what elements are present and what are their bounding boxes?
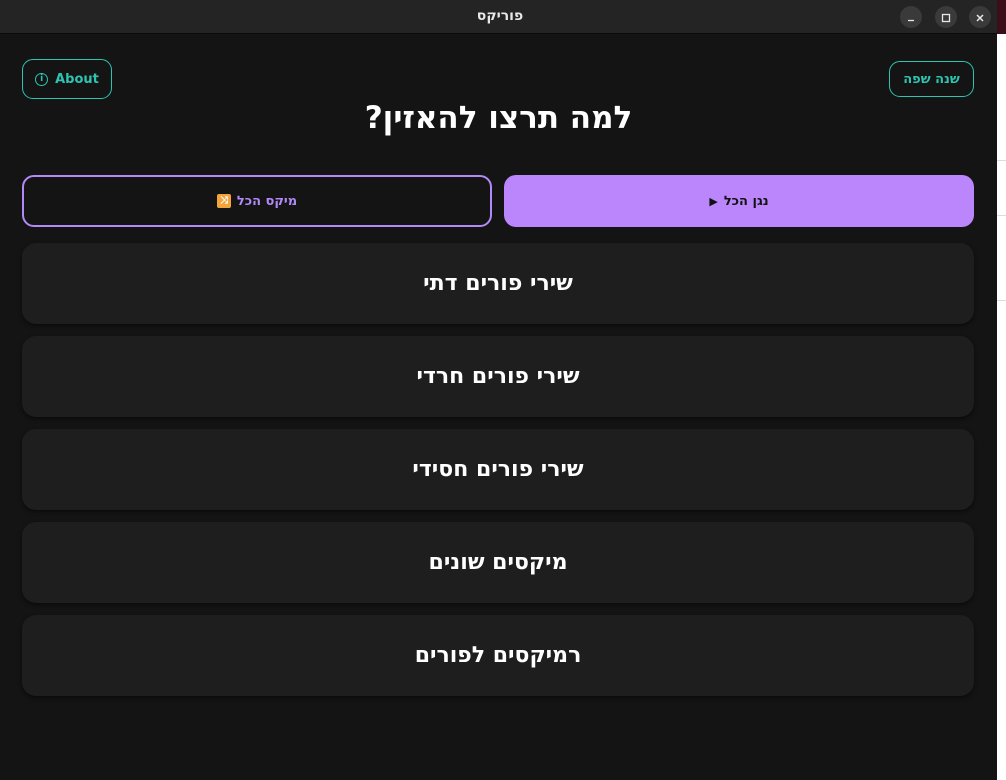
- about-button[interactable]: i About: [22, 59, 112, 99]
- minimize-button[interactable]: [900, 6, 922, 28]
- category-button-hasidi[interactable]: שירי פורים חסידי: [22, 429, 974, 510]
- change-language-label: שנה שפה: [903, 71, 960, 87]
- window-title: פוריקס: [476, 8, 524, 24]
- close-button[interactable]: [969, 6, 991, 28]
- shuffle-icon: ⤨: [216, 194, 231, 208]
- category-label: שירי פורים חסידי: [412, 457, 584, 482]
- category-label: רמיקסים לפורים: [414, 643, 582, 668]
- window-titlebar: פוריקס: [0, 0, 1000, 34]
- category-button-remixes[interactable]: רמיקסים לפורים: [22, 615, 974, 696]
- minimize-icon: [906, 8, 916, 27]
- mix-all-button[interactable]: מיקס הכל ⤨: [22, 175, 492, 227]
- info-icon: i: [35, 72, 49, 86]
- close-icon: [975, 8, 985, 27]
- category-label: מיקסים שונים: [428, 550, 568, 575]
- maximize-icon: [941, 8, 951, 27]
- about-label: About: [55, 71, 99, 87]
- play-all-label: נגן הכל: [723, 193, 769, 209]
- divider: [997, 215, 1006, 216]
- play-all-button[interactable]: נגן הכל ▶: [504, 175, 974, 227]
- page-title: למה תרצו להאזין?: [364, 100, 633, 136]
- category-label: שירי פורים דתי: [423, 271, 573, 296]
- maximize-button[interactable]: [935, 6, 957, 28]
- change-language-button[interactable]: שנה שפה: [889, 61, 974, 97]
- category-label: שירי פורים חרדי: [416, 364, 580, 389]
- divider: [997, 300, 1006, 301]
- app-main: i About שנה שפה למה תרצו להאזין? מיקס הכ…: [0, 34, 997, 780]
- category-button-dati[interactable]: שירי פורים דתי: [22, 243, 974, 324]
- mix-all-label: מיקס הכל: [236, 193, 298, 209]
- play-icon: ▶: [709, 194, 718, 208]
- background-window-edge-bar: [997, 0, 1006, 34]
- divider: [997, 160, 1006, 161]
- category-button-haredi[interactable]: שירי פורים חרדי: [22, 336, 974, 417]
- category-button-mixes[interactable]: מיקסים שונים: [22, 522, 974, 603]
- background-window-edge: [997, 0, 1006, 780]
